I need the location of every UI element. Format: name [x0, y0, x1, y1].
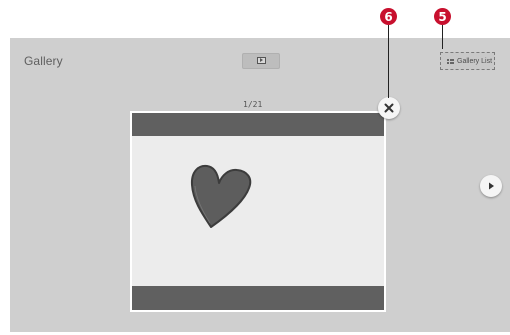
photo-bottom-bar [132, 286, 384, 310]
slideshow-icon [257, 57, 266, 64]
photo-viewer[interactable] [130, 111, 386, 312]
page-counter: 1/21 [243, 100, 263, 109]
gallery-list-button[interactable]: Gallery List [440, 52, 495, 70]
screen: Gallery Gallery List 1/21 6 5 [0, 0, 510, 335]
photo-content [132, 136, 384, 286]
callout-line-list [442, 25, 443, 49]
gallery-title: Gallery [24, 54, 63, 68]
next-button[interactable] [480, 175, 502, 197]
slideshow-button[interactable] [242, 53, 280, 69]
gallery-list-label: Gallery List [457, 57, 493, 65]
callout-line-close [388, 25, 389, 98]
play-next-icon [489, 182, 494, 190]
callout-marker-list: 5 [434, 8, 451, 25]
heart-icon [190, 164, 252, 228]
close-icon [384, 103, 394, 113]
callout-marker-close: 6 [380, 8, 397, 25]
grid-icon [447, 58, 454, 64]
photo-top-bar [132, 113, 384, 136]
close-button[interactable] [378, 97, 400, 119]
